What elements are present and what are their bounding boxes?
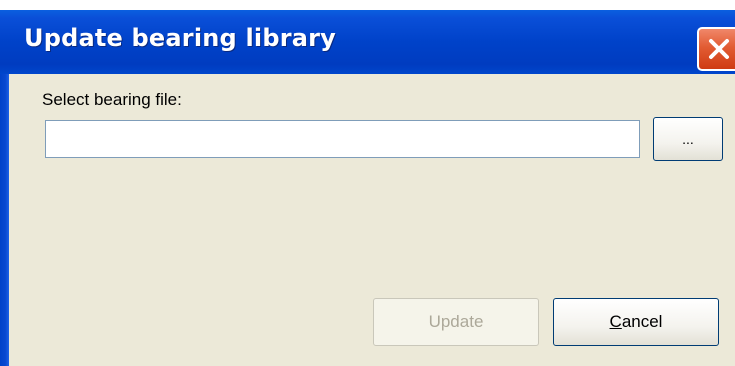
close-button[interactable]: [697, 27, 735, 71]
bearing-file-input[interactable]: [45, 120, 640, 158]
title-bar[interactable]: Update bearing library: [0, 10, 735, 74]
window-frame-left: [0, 74, 9, 366]
bearing-file-label: Select bearing file:: [42, 90, 182, 109]
cancel-button[interactable]: Cancel: [553, 298, 719, 346]
dialog-window: Update bearing library Select bearing fi…: [0, 0, 735, 366]
update-button[interactable]: Update: [373, 298, 539, 346]
browse-button[interactable]: ...: [653, 117, 723, 161]
cancel-mnemonic: C: [609, 312, 622, 331]
close-x-icon: [709, 39, 729, 59]
cancel-label-rest: ancel: [621, 312, 663, 331]
dialog-title: Update bearing library: [24, 24, 337, 52]
